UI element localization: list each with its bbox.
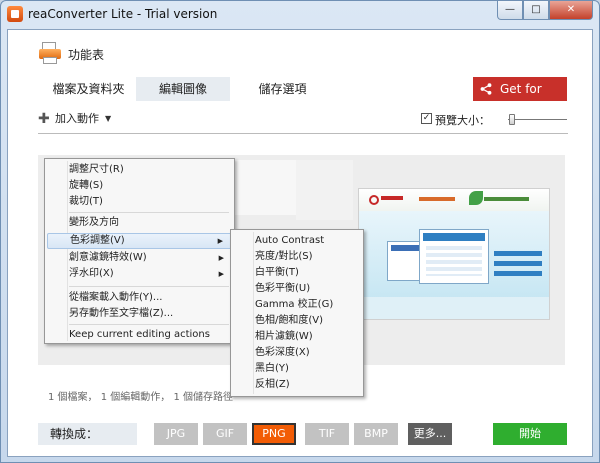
title-bar[interactable]: reaConverter Lite - Trial version — □ ✕ (1, 1, 599, 29)
get-for-free-button[interactable]: Get for Free (473, 77, 567, 120)
menu-item-creative-filters[interactable]: 創意濾鏡特效(W) ▶ (47, 250, 232, 266)
status-summary: 1 個檔案， 1 個編輯動作， 1 個儲存路徑 (48, 392, 233, 403)
format-jpg-button[interactable]: JPG (154, 423, 198, 445)
divider (38, 133, 568, 134)
format-gif-button[interactable]: GIF (203, 423, 247, 445)
tab-edit-images[interactable]: 編輯圖像 (136, 77, 230, 101)
menu-item-color-depth[interactable]: 色彩深度(X) (233, 345, 361, 361)
close-button[interactable]: ✕ (549, 1, 593, 20)
menu-item-invert[interactable]: 反相(Z) (233, 377, 361, 393)
menu-item-crop[interactable]: 裁切(T) (47, 194, 232, 210)
image-thumbnail[interactable] (358, 188, 550, 320)
preview-size-checkbox[interactable]: ✓ (421, 113, 432, 124)
menu-item-color-balance[interactable]: 色彩平衡(U) (233, 281, 361, 297)
menu-item-brightness-contrast[interactable]: 亮度/對比(S) (233, 249, 361, 265)
add-action-menu: 調整尺寸(R) 旋轉(S) 裁切(T) 變形及方向 色彩調整(V) ▶ 創意濾鏡… (44, 158, 235, 344)
convert-to-label: 轉換成： (38, 423, 137, 445)
submenu-arrow-icon: ▶ (217, 237, 223, 245)
maximize-button[interactable]: □ (523, 1, 549, 20)
menu-item-keep-editing[interactable]: Keep current editing actions (47, 327, 232, 343)
format-png-button[interactable]: PNG (252, 423, 296, 445)
preview-size-slider[interactable] (508, 119, 567, 120)
add-action-label: 加入動作 (55, 112, 99, 125)
preview-size-slider-thumb[interactable] (509, 114, 515, 125)
menu-item-gamma[interactable]: Gamma 校正(G) (233, 297, 361, 313)
function-menu-label[interactable]: 功能表 (68, 46, 104, 63)
menu-item-black-white[interactable]: 黑白(Y) (233, 361, 361, 377)
color-adjust-submenu: Auto Contrast 亮度/對比(S) 白平衡(T) 色彩平衡(U) Ga… (230, 229, 364, 397)
menu-item-watermark[interactable]: 浮水印(X) ▶ (47, 266, 232, 282)
start-button[interactable]: 開始 (493, 423, 567, 445)
tab-files-folders[interactable]: 檔案及資料夾 (41, 77, 136, 101)
main-panel: 功能表 檔案及資料夾 編輯圖像 儲存選項 Get for Free ✚ 加入動作… (7, 29, 593, 457)
menu-item-load-actions[interactable]: 從檔案載入動作(Y)... (47, 290, 232, 306)
window-title: reaConverter Lite - Trial version (28, 7, 218, 21)
format-bmp-button[interactable]: BMP (354, 423, 398, 445)
menu-item-photo-filter[interactable]: 相片濾鏡(W) (233, 329, 361, 345)
printer-menu-icon[interactable] (39, 42, 61, 64)
tab-save-options[interactable]: 儲存選項 (230, 77, 335, 101)
minimize-button[interactable]: — (497, 1, 523, 20)
submenu-arrow-icon: ▶ (218, 254, 224, 262)
app-window: reaConverter Lite - Trial version — □ ✕ … (0, 0, 600, 463)
format-tif-button[interactable]: TIF (305, 423, 349, 445)
menu-item-label: 色彩調整(V) (70, 235, 125, 246)
preview-size-label: 預覽大小： (435, 114, 490, 127)
share-icon (480, 83, 492, 95)
app-logo-icon (7, 6, 23, 22)
plus-icon: ✚ (38, 111, 50, 127)
menu-item-white-balance[interactable]: 白平衡(T) (233, 265, 361, 281)
chevron-down-icon: ▼ (105, 114, 112, 123)
menu-item-label: 創意濾鏡特效(W) (69, 252, 147, 263)
menu-item-resize[interactable]: 調整尺寸(R) (47, 162, 232, 178)
submenu-arrow-icon: ▶ (218, 270, 224, 278)
menu-item-rotate[interactable]: 旋轉(S) (47, 178, 232, 194)
menu-item-auto-contrast[interactable]: Auto Contrast (233, 233, 361, 249)
menu-item-save-actions[interactable]: 另存動作至文字檔(Z)... (47, 306, 232, 322)
preview-placeholder (296, 160, 353, 220)
menu-item-label: 浮水印(X) (69, 268, 114, 279)
menu-item-color-adjust[interactable]: 色彩調整(V) ▶ (47, 233, 232, 249)
menu-item-transform[interactable]: 變形及方向 (47, 215, 232, 231)
menu-item-hue-saturation[interactable]: 色相/飽和度(V) (233, 313, 361, 329)
more-formats-button[interactable]: 更多... (408, 423, 452, 445)
